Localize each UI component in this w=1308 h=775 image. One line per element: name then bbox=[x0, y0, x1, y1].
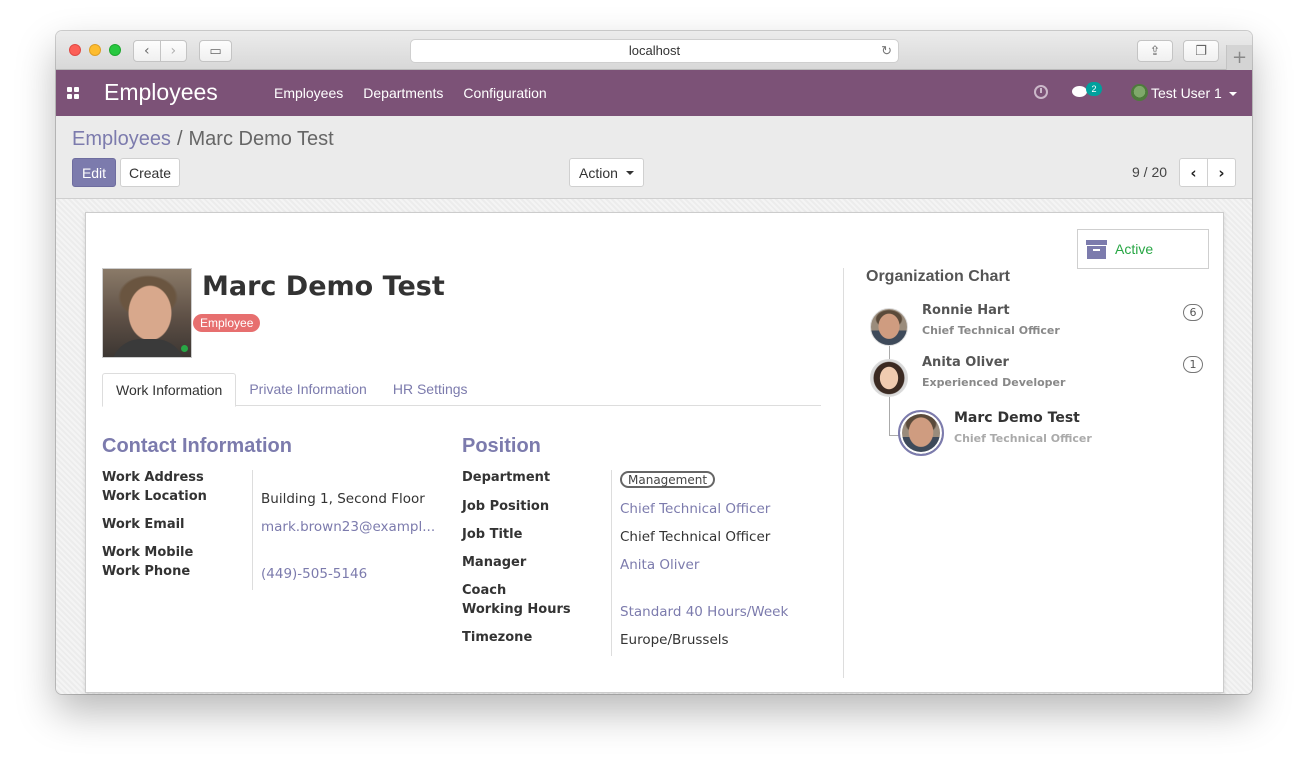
job-position-label: Job Position bbox=[462, 499, 550, 514]
sidebar-toggle-icon[interactable]: ▭ bbox=[199, 40, 232, 62]
org-connector bbox=[889, 395, 890, 436]
action-label: Action bbox=[579, 164, 618, 181]
manager-value[interactable]: Anita Oliver bbox=[620, 557, 699, 573]
control-panel: Employees / Marc Demo Test Edit Create Act… bbox=[56, 116, 1252, 199]
browser-titlebar: ‹ › ▭ localhost ↻ ⇪ ❐ + bbox=[56, 31, 1252, 70]
work-mobile-label: Work Mobile bbox=[102, 545, 194, 560]
address-bar[interactable]: localhost ↻ bbox=[410, 39, 899, 63]
org-avatar-anita-oliver[interactable] bbox=[870, 359, 908, 397]
chevron-down-icon bbox=[625, 170, 634, 175]
zoom-window-button[interactable] bbox=[109, 44, 121, 56]
job-position-value[interactable]: Chief Technical Officer bbox=[620, 501, 770, 517]
employee-photo[interactable] bbox=[102, 268, 192, 358]
user-name: Test User 1 bbox=[1151, 85, 1222, 101]
org-subordinates-count[interactable]: 1 bbox=[1183, 356, 1203, 373]
reload-icon[interactable]: ↻ bbox=[881, 40, 892, 62]
breadcrumb-employees-link[interactable]: Employees bbox=[72, 128, 171, 150]
employee-name: Marc Demo Test bbox=[202, 271, 445, 302]
browser-window: ‹ › ▭ localhost ↻ ⇪ ❐ + Employees Employ… bbox=[56, 31, 1252, 694]
tab-private-information[interactable]: Private Information bbox=[236, 373, 380, 405]
browser-nav-buttons: ‹ › bbox=[133, 40, 187, 62]
close-window-button[interactable] bbox=[69, 44, 81, 56]
tabs-overview-icon[interactable]: ❐ bbox=[1183, 40, 1219, 62]
work-email-label: Work Email bbox=[102, 517, 185, 532]
org-subordinates-count[interactable]: 6 bbox=[1183, 304, 1203, 321]
work-email-value[interactable]: mark.brown23@exampl... bbox=[261, 519, 435, 535]
job-title-label: Job Title bbox=[462, 527, 523, 542]
forward-icon[interactable]: › bbox=[159, 41, 187, 61]
org-person-name[interactable]: Ronnie Hart bbox=[922, 303, 1010, 318]
timezone-label: Timezone bbox=[462, 630, 533, 645]
menu-employees[interactable]: Employees bbox=[264, 70, 353, 116]
active-toggle-button[interactable]: Active bbox=[1077, 229, 1209, 269]
work-address-label: Work Address bbox=[102, 470, 204, 485]
employee-tag: Employee bbox=[193, 314, 261, 332]
pager-next-icon[interactable]: › bbox=[1207, 159, 1235, 186]
breadcrumb-separator: / bbox=[176, 128, 183, 150]
url-text: localhost bbox=[628, 43, 681, 58]
org-chart-title: Organization Chart bbox=[866, 268, 1011, 285]
coach-label: Coach bbox=[462, 583, 507, 598]
apps-menu-icon[interactable] bbox=[67, 87, 79, 99]
user-menu[interactable]: Test User 1 bbox=[1151, 70, 1237, 116]
work-phone-value[interactable]: (449)-505-5146 bbox=[261, 566, 367, 582]
org-person-job: Experienced Developer bbox=[922, 376, 1066, 389]
pager-previous-icon[interactable]: ‹ bbox=[1180, 159, 1207, 186]
org-current-job: Chief Technical Officer bbox=[954, 432, 1092, 445]
manager-label: Manager bbox=[462, 555, 527, 570]
job-title-value: Chief Technical Officer bbox=[620, 529, 771, 545]
timezone-value: Europe/Brussels bbox=[620, 632, 729, 648]
org-avatar-ronnie-hart[interactable] bbox=[870, 308, 908, 346]
position-separator bbox=[611, 470, 612, 656]
tab-work-information[interactable]: Work Information bbox=[102, 373, 237, 407]
app-title: Employees bbox=[104, 79, 218, 105]
app-menu: Employees Departments Configuration bbox=[264, 70, 557, 116]
menu-configuration[interactable]: Configuration bbox=[453, 70, 556, 116]
org-person-name[interactable]: Anita Oliver bbox=[922, 355, 1009, 370]
activity-clock-icon[interactable] bbox=[1034, 85, 1048, 99]
working-hours-label: Working Hours bbox=[462, 602, 571, 617]
chat-count-badge: 2 bbox=[1086, 82, 1102, 96]
status-label: Active bbox=[1115, 241, 1154, 257]
org-avatar-current-employee bbox=[898, 410, 944, 456]
create-button[interactable]: Create bbox=[120, 158, 180, 187]
breadcrumb-current: Marc Demo Test bbox=[188, 128, 334, 150]
action-dropdown[interactable]: Action bbox=[569, 158, 644, 187]
minimize-window-button[interactable] bbox=[89, 44, 101, 56]
department-label: Department bbox=[462, 470, 551, 485]
org-current-name: Marc Demo Test bbox=[954, 410, 1080, 426]
department-tag[interactable]: Management bbox=[620, 471, 716, 488]
app-topbar: Employees Employees Departments Configur… bbox=[56, 70, 1252, 116]
working-hours-value[interactable]: Standard 40 Hours/Week bbox=[620, 604, 788, 620]
work-location-label: Work Location bbox=[102, 489, 207, 504]
tab-hr-settings[interactable]: HR Settings bbox=[380, 373, 481, 405]
position-title: Position bbox=[462, 435, 541, 457]
back-icon[interactable]: ‹ bbox=[134, 41, 160, 61]
org-person-job: Chief Technical Officer bbox=[922, 324, 1060, 337]
breadcrumb: Employees / Marc Demo Test bbox=[72, 128, 334, 151]
org-chart-separator bbox=[843, 268, 844, 678]
form-sheet: Active Marc Demo Test Employee Work Info… bbox=[85, 212, 1224, 693]
archive-icon bbox=[1086, 239, 1107, 259]
form-tabs: Work Information Private Information HR … bbox=[102, 373, 821, 407]
contact-information-title: Contact Information bbox=[102, 435, 292, 457]
edit-button[interactable]: Edit bbox=[72, 158, 116, 187]
share-icon[interactable]: ⇪ bbox=[1137, 40, 1173, 62]
user-avatar[interactable] bbox=[1131, 84, 1148, 101]
work-location-value: Building 1, Second Floor bbox=[261, 491, 425, 507]
work-phone-label: Work Phone bbox=[102, 564, 191, 579]
chevron-down-icon bbox=[1228, 92, 1237, 97]
presence-dot-icon bbox=[181, 345, 188, 352]
contact-separator bbox=[252, 470, 253, 590]
menu-departments[interactable]: Departments bbox=[353, 70, 453, 116]
new-tab-icon[interactable]: + bbox=[1226, 45, 1252, 70]
chat-icon[interactable] bbox=[1072, 86, 1087, 97]
pager-value[interactable]: 9 / 20 bbox=[1132, 158, 1167, 187]
pager-buttons: ‹ › bbox=[1179, 158, 1236, 187]
